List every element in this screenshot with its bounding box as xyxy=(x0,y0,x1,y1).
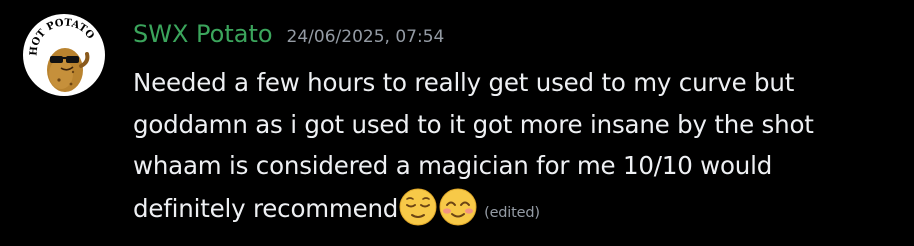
message-line: definitely recommend xyxy=(133,193,399,223)
message-line: goddamn as i got used to it got more ins… xyxy=(133,109,814,139)
hot-potato-avatar-icon: HOT POTATO xyxy=(28,17,96,92)
message-content: SWX Potato 24/06/2025, 07:54 Needed a fe… xyxy=(133,20,903,234)
relieved-face-emoji[interactable] xyxy=(398,187,438,227)
smiling-face-with-smiling-eyes-emoji[interactable] xyxy=(438,187,478,227)
user-avatar[interactable]: HOT POTATO xyxy=(23,14,105,96)
message-line: whaam is considered a magician for me 10… xyxy=(133,151,773,180)
username[interactable]: SWX Potato xyxy=(133,20,273,48)
message-header: SWX Potato 24/06/2025, 07:54 xyxy=(133,20,903,56)
edited-label[interactable]: (edited) xyxy=(484,205,540,221)
message-last-line: definitely recommend (edited) xyxy=(133,187,903,235)
message-text: Needed a few hours to really get used to… xyxy=(133,62,903,234)
timestamp[interactable]: 24/06/2025, 07:54 xyxy=(287,27,445,47)
chat-message: HOT POTATO SWX Potato 24/06/2025, 07:54 … xyxy=(0,0,914,246)
message-line: Needed a few hours to really get used to… xyxy=(133,68,795,97)
